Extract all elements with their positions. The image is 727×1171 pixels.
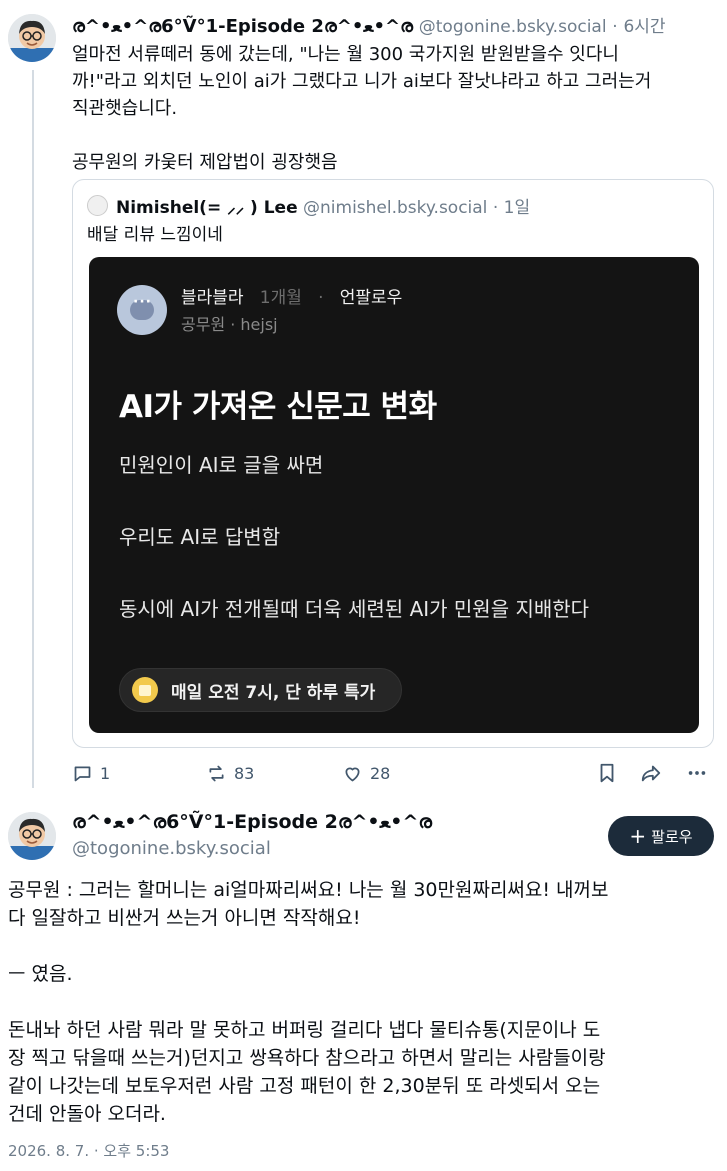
author-handle[interactable]: @togonine.bsky.social	[419, 17, 607, 37]
bookmark-icon	[600, 763, 614, 783]
heart-icon	[345, 767, 360, 781]
repost-count: 83	[234, 763, 255, 783]
follow-label: 팔로우	[651, 827, 693, 846]
like-count: 28	[370, 763, 391, 783]
repost-button[interactable]: 83	[206, 760, 254, 786]
post-text: 얼마전 서류떼러 동에 갔는데, "나는 월 300 국가지원 받원받을수 잇다…	[72, 41, 712, 176]
post-text-line: 돈내놔 하던 사람 뭐라 말 못하고 버퍼링 걸리다 냅다 물티슈통(지문이나 …	[8, 1019, 601, 1041]
post-text-line: 얼마전 서류떼러 동에 갔는데, "나는 월 300 국가지원 받원받을수 잇다…	[72, 44, 619, 65]
post-text-line: 공무원 : 그러는 할머니는 ai얼마짜리써요! 나는 월 30만원짜리써요! …	[8, 879, 609, 901]
quoted-post[interactable]: Nimishel(= ⸝⸝ ) Lee @nimishel.bsky.socia…	[72, 179, 714, 748]
share-icon	[641, 765, 661, 782]
gift-icon	[132, 677, 158, 703]
quote-author-name[interactable]: Nimishel(= ⸝⸝ ) Lee	[116, 198, 298, 218]
embed-title: AI가 가져온 신문고 변화	[119, 389, 437, 425]
follow-button[interactable]: + 팔로우	[608, 816, 714, 856]
thread-line	[32, 70, 34, 788]
embed-line: 동시에 AI가 전개될때 더욱 세련된 AI가 민원을 지배한다	[119, 597, 590, 621]
quote-time[interactable]: 1일	[504, 198, 530, 218]
quote-author-handle[interactable]: @nimishel.bsky.social	[303, 198, 487, 218]
author-avatar[interactable]	[8, 14, 56, 62]
post-text-line: 까!"라고 외치던 노인이 ai가 그랬다고 니가 ai보다 잘낫냐라고 하고 …	[72, 71, 652, 92]
reply-icon	[74, 766, 91, 781]
embed-user-time: 1개월	[259, 288, 302, 308]
chat-bubble-icon	[117, 285, 167, 335]
embed-user-sub: 공무원 · hejsj	[181, 315, 278, 334]
reply-count: 1	[100, 763, 111, 783]
post-header: ര^•ﻌ•^ര6°Ṽ°1-Episode 2ര^•ﻌ•^ര @togonine.…	[72, 12, 666, 37]
embed-meta-dot: ·	[318, 288, 324, 308]
quote-meta-dot: ·	[492, 198, 499, 218]
like-button[interactable]: 28	[342, 760, 390, 786]
quote-header: Nimishel(= ⸝⸝ ) Lee @nimishel.bsky.socia…	[116, 193, 530, 218]
post-text-line: 건데 안돌아 오더라.	[8, 1103, 166, 1125]
embedded-image[interactable]: 블라블라 1개월 · 언팔로우 공무원 · hejsj AI가 가져온 신문고 …	[89, 257, 699, 733]
embed-user-name: 블라블라	[181, 288, 244, 308]
author-name[interactable]: ര^•ﻌ•^ര6°Ṽ°1-Episode 2ര^•ﻌ•^ര	[72, 16, 413, 37]
post-text-line: 장 찍고 닦을때 쓰는거)던지고 쌍욕하다 참으라고 하면서 말리는 사람들이랑	[8, 1047, 606, 1069]
more-options-button[interactable]	[686, 762, 708, 784]
quote-text: 배달 리뷰 느낌이네	[87, 225, 223, 245]
repost-icon	[209, 765, 224, 781]
author-avatar[interactable]	[8, 812, 56, 860]
more-dots-icon	[688, 771, 706, 775]
post-text-line: 같이 나갓는데 보토우저런 사람 고정 패턴이 한 2,30분뒤 또 라셋되서 …	[8, 1075, 601, 1097]
reply-button[interactable]: 1	[72, 760, 110, 786]
author-name[interactable]: ര^•ﻌ•^ര6°Ṽ°1-Episode 2ര^•ﻌ•^ര	[72, 811, 432, 833]
share-button[interactable]	[640, 762, 662, 784]
quote-author-avatar[interactable]	[87, 195, 108, 216]
embed-line: 민원인이 AI로 글을 싸면	[119, 453, 324, 477]
post-actions: 1 83 28	[72, 760, 714, 786]
author-handle[interactable]: @togonine.bsky.social	[72, 838, 271, 859]
plus-icon: +	[629, 824, 647, 848]
post-text-line: 공무원의 카웆터 제압법이 굉장햇음	[72, 152, 338, 173]
post-text-line: 직관햇습니다.	[72, 98, 178, 119]
post-meta-dot: ·	[612, 17, 618, 37]
embed-line: 우리도 AI로 답변함	[119, 525, 281, 549]
post-text-line: ㅡ 였음.	[8, 963, 73, 985]
post-text-line: 다 일잘하고 비싼거 쓰는거 아니면 작작해요!	[8, 907, 361, 929]
embed-unfollow-label: 언팔로우	[339, 288, 403, 308]
post-text: 공무원 : 그러는 할머니는 ai얼마짜리써요! 나는 월 30만원짜리써요! …	[8, 876, 720, 1128]
post-time[interactable]: 6시간	[623, 17, 665, 37]
bookmark-button[interactable]	[596, 762, 618, 784]
embed-user-row: 블라블라 1개월 · 언팔로우	[181, 283, 402, 308]
embed-deal-button: 매일 오전 7시, 단 하루 특가	[119, 668, 402, 712]
embed-deal-label: 매일 오전 7시, 단 하루 특가	[171, 682, 376, 703]
post-date[interactable]: 2026. 8. 7. · 오후 5:53	[8, 1140, 169, 1161]
